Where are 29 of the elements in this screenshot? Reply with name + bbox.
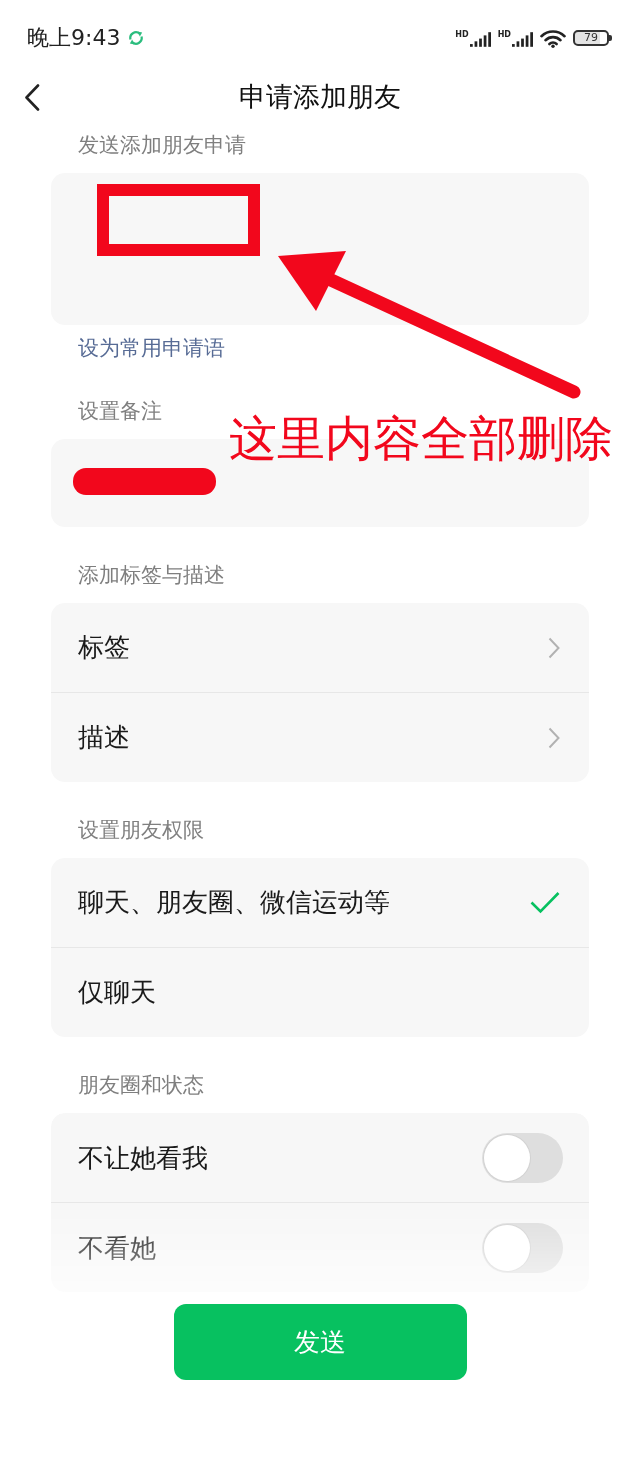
message-input-field[interactable] <box>51 173 589 325</box>
list-item[interactable]: 描述 <box>51 692 589 782</box>
sync-icon <box>128 30 145 46</box>
signal-bars-icon <box>469 31 491 47</box>
section-label: 设置备注 <box>78 398 162 425</box>
toggle-switch[interactable] <box>482 1222 563 1273</box>
status-time: 晚上9:43 <box>27 24 121 52</box>
option-item[interactable]: 仅聊天 <box>51 947 589 1037</box>
toggle-switch[interactable] <box>482 1132 563 1183</box>
set-common-phrase-link[interactable]: 设为常用申请语 <box>78 334 225 362</box>
option-item[interactable]: 聊天、朋友圈、微信运动等 <box>51 858 589 947</box>
network-type-label: HD <box>455 29 469 39</box>
section-label: 设置朋友权限 <box>78 817 204 844</box>
annotation-text: 这里内容全部删除 <box>229 409 613 467</box>
back-icon[interactable] <box>24 83 40 111</box>
network-type-label: HD <box>497 29 511 39</box>
chevron-right-icon <box>548 636 560 659</box>
page-title: 申请添加朋友 <box>239 80 401 114</box>
signal-bars-icon <box>512 31 533 47</box>
checkmark-icon <box>530 891 560 914</box>
section-label: 发送添加朋友申请 <box>78 132 246 159</box>
section-label: 朋友圈和状态 <box>78 1072 204 1099</box>
battery-indicator: 79 <box>573 30 612 46</box>
section-label: 添加标签与描述 <box>78 562 225 589</box>
list-item[interactable]: 标签 <box>51 603 589 692</box>
toggle-label: 不让她看我 <box>78 1141 208 1175</box>
wifi-icon <box>540 28 566 48</box>
toggle-label: 不看她 <box>78 1231 156 1265</box>
chevron-right-icon <box>548 726 560 749</box>
